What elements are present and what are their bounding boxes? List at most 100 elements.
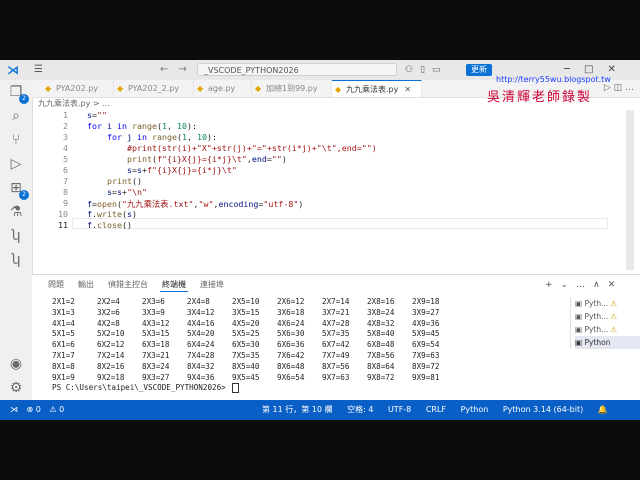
code-editor[interactable]: 1 2 3 4 5 6 7 8 9 10 11 s="" for i in ra… [32,110,625,290]
terminal-prompt: PS C:\Users\taipei\_VSCODE_PYTHON2026> [52,383,231,393]
terminal-cell: 8X2=16 [97,361,125,371]
toggle-panel-icon[interactable]: ▭ [432,65,441,75]
terminal-cell: 6X7=42 [322,340,350,350]
account-icon[interactable]: ◉ [8,356,24,372]
tab-pya202[interactable]: ◆ PYA202.py [42,80,114,97]
tab-label: age.py [208,84,236,93]
tab-pya202-2[interactable]: ◆ PYA202_2.py [114,80,194,97]
code-line-5: print(f"{i}X{j}={i*j}\t",end="") [126,154,287,164]
terminal-cell: 5X3=15 [142,329,170,339]
cursor-position[interactable]: 第 11 行，第 10 欄 [262,405,333,414]
terminal-cell: 9X2=18 [97,372,125,382]
maximize-panel-icon[interactable]: ∧ [593,280,600,290]
terminal-cell: 5X2=10 [97,329,125,339]
minimize-icon[interactable]: ─ [564,64,570,75]
terminal-list-item[interactable]: ▣ Pyth... ⚠ [575,323,640,336]
search-text: _VSCODE_PYTHON2026 [204,66,299,75]
close-icon[interactable]: ✕ [607,64,615,75]
run-icon[interactable]: ▷ [604,83,611,93]
terminal-name: Pyth... [584,299,609,308]
terminal-cell: 4X2=8 [97,318,120,328]
split-editor-icon[interactable]: ◫ [614,83,623,93]
terminal-cell: 3X1=3 [52,307,75,317]
language-mode[interactable]: Python [461,405,489,414]
tab-terminal[interactable]: 終端機 [160,279,188,292]
source-control-icon[interactable]: ⑂ [8,132,24,148]
copilot-icon[interactable]: ⚇ [405,65,413,75]
terminal-list-item[interactable]: ▣ Pyth... ⚠ [575,310,640,323]
terminal-cell: 6X4=24 [187,340,215,350]
tab-age[interactable]: ◆ age.py [194,80,252,97]
close-tab-icon[interactable]: ✕ [404,85,411,94]
terminal-cell: 5X8=40 [367,329,395,339]
notifications-icon[interactable]: 🔔 [598,405,608,414]
more-actions-icon[interactable]: … [576,280,585,290]
terminal-dropdown-icon[interactable]: ⌄ [561,280,569,290]
terminal-cell: 7X6=42 [277,350,305,360]
code-line-7: print() [106,176,142,186]
python-env-icon[interactable]: ʮ [8,252,24,268]
terminal-cell: 9X9=81 [412,372,440,382]
run-debug-icon[interactable]: ▷ [8,156,24,172]
tab-multiplication-table[interactable]: ◆ 九九乘法表.py ✕ [332,80,422,97]
python-icon[interactable]: ʮ [8,228,24,244]
terminal-output[interactable]: 2X1=2 2X2=4 2X3=6 2X4=8 2X5=10 2X6=12 2X7=14 2X… [52,297,472,394]
status-left: ⋊ ⊗ 0 ⚠ 0 [10,400,76,420]
terminal-name: Pyth... [584,312,609,321]
back-icon[interactable]: ← [160,64,168,75]
terminal-cell: 9X4=36 [187,372,215,382]
bottom-panel: 問題 輸出 偵錯主控台 終端機 連接埠 + ⌄ … ∧ ✕ 2X1=2 2X2=4 2X3=6 2X4… [32,274,640,401]
terminal-list: ▣ Pyth... ⚠ ▣ Pyth... ⚠ ▣ Pyth... ⚠ ▣ Pytho… [570,297,640,349]
tab-sum[interactable]: ◆ 加總1到99.py [252,80,332,97]
settings-gear-icon[interactable]: ⚙ [8,380,24,396]
terminal-cell: 4X4=16 [187,318,215,328]
toggle-sidebar-icon[interactable]: ▯ [420,65,425,75]
terminal-cell: 8X4=32 [187,361,215,371]
indentation[interactable]: 空格: 4 [347,405,373,414]
testing-icon[interactable]: ⚗ [8,204,24,220]
terminal-cell: 9X1=9 [52,372,75,382]
encoding[interactable]: UTF-8 [388,405,411,414]
close-panel-icon[interactable]: ✕ [608,280,616,290]
line-number: 1 [63,110,68,120]
warning-count: 0 [59,405,65,414]
activity-bar: ❐ 2 ⌕ ⑂ ▷ ⊞ 2 ⚗ ʮ ʮ ◉ ⚙ [0,80,33,400]
maximize-icon[interactable]: □ [584,64,593,75]
editor-scrollbar[interactable] [626,110,634,270]
new-terminal-icon[interactable]: + [545,280,553,290]
code-line-4: #print(str(i)+"X"+str(j)+"="+str(i*j)+"\… [126,143,377,153]
terminal-cell: 6X6=36 [277,340,305,350]
terminal-list-item[interactable]: ▣ Python [575,336,640,349]
command-center-search[interactable]: _VSCODE_PYTHON2026 [197,63,397,76]
tab-label: PYA202_2.py [128,84,180,93]
update-button[interactable]: 更新 [466,64,492,76]
tab-output[interactable]: 輸出 [76,279,96,291]
tab-debug-console[interactable]: 偵錯主控台 [106,279,150,291]
terminal-line: 9X1=9 9X2=18 9X3=27 9X4=36 9X5=45 9X6=54 9X7=6… [52,373,472,384]
tab-ports[interactable]: 連接埠 [198,279,226,291]
menu-icon[interactable]: ☰ [34,63,43,77]
terminal-cell: 9X5=45 [232,372,260,382]
python-interpreter[interactable]: Python 3.14 (64-bit) [503,405,583,414]
layout-icons: ⚇ ▯ ▭ [405,63,448,77]
python-file-icon: ◆ [45,84,52,93]
nav-buttons: ← → [160,63,197,77]
problems-status[interactable]: ⊗ 0 ⚠ 0 [27,405,71,414]
terminal-cell: 5X9=45 [412,329,440,339]
search-icon[interactable]: ⌕ [8,108,24,124]
forward-icon[interactable]: → [178,64,186,75]
terminal-cell: 3X9=27 [412,307,440,317]
terminal-cursor [232,383,240,394]
remote-icon[interactable]: ⋊ [10,405,18,414]
terminal-cell: 7X7=49 [322,350,350,360]
tab-problems[interactable]: 問題 [46,279,66,291]
more-icon[interactable]: … [625,83,634,93]
error-count: 0 [35,405,41,414]
end-of-line[interactable]: CRLF [426,405,446,414]
terminal-list-item[interactable]: ▣ Pyth... ⚠ [575,297,640,310]
terminal-line: 2X1=2 2X2=4 2X3=6 2X4=8 2X5=10 2X6=12 2X7=14 2X… [52,297,472,308]
terminal-cell: 7X5=35 [232,350,260,360]
terminal-cell: 9X3=27 [142,372,170,382]
line-number: 6 [63,165,68,175]
terminal-cell: 2X1=2 [52,297,75,306]
